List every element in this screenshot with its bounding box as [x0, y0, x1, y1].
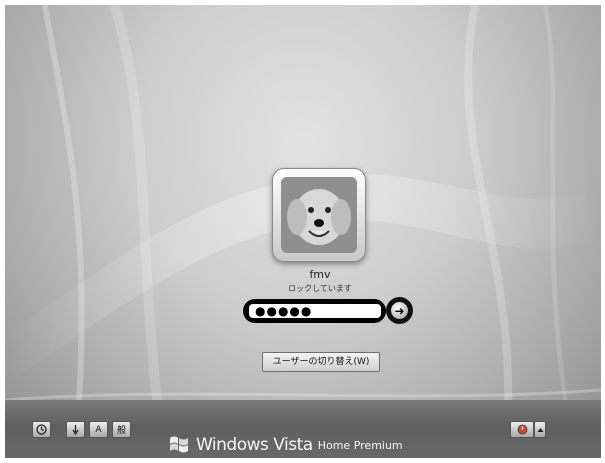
ime-pen-icon	[72, 424, 79, 435]
lock-status: ロックしています	[288, 284, 352, 293]
ease-of-access-button[interactable]	[32, 421, 51, 438]
lock-screen: fmv ロックしています ●●●●● ➜ ユーザーの切り替え(W) A 般 Wi…	[0, 0, 605, 463]
password-field[interactable]: ●●●●●	[249, 304, 381, 318]
product-name: Windows Vista	[196, 435, 313, 455]
user-name: fmv	[309, 268, 331, 281]
edition-name: Home Premium	[317, 438, 403, 452]
power-button[interactable]	[510, 421, 534, 438]
ime-mode-button[interactable]: 般	[112, 421, 131, 438]
windows-logo-icon	[170, 436, 188, 453]
dog-photo-icon	[281, 177, 357, 253]
power-icon	[517, 424, 527, 435]
chevron-up-icon	[537, 427, 543, 432]
submit-button[interactable]: ➜	[386, 297, 413, 324]
switch-user-button[interactable]: ユーザーの切り替え(W)	[262, 352, 380, 372]
ease-of-access-icon	[36, 424, 47, 435]
ime-alphanumeric-button[interactable]: A	[89, 421, 108, 438]
ime-input-mode-button[interactable]	[66, 421, 85, 438]
shutdown-options-button[interactable]	[534, 421, 546, 438]
user-avatar	[281, 177, 357, 253]
windows-vista-branding: Windows Vista Home Premium	[168, 433, 403, 457]
user-avatar-frame	[272, 168, 366, 262]
arrow-right-icon: ➜	[391, 302, 408, 319]
